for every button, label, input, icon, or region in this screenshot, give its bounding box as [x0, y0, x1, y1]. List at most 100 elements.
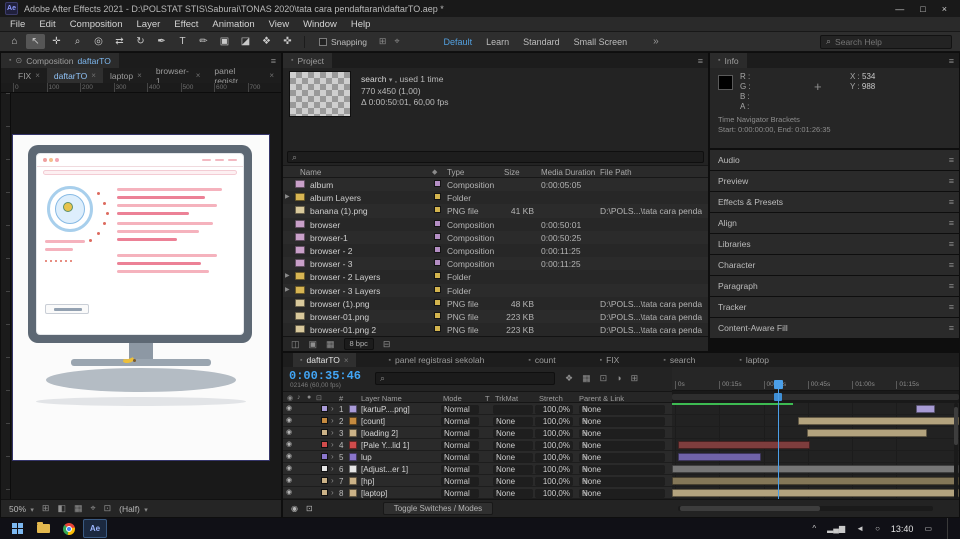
menu-item[interactable]: Composition: [63, 19, 130, 30]
pan-camera-tool-icon[interactable]: ⇄: [110, 34, 129, 49]
project-row[interactable]: browser - 2 Composition 0:00:11:25: [283, 243, 708, 258]
layer-name[interactable]: [Adjust...er 1]: [361, 465, 408, 474]
layer-row[interactable]: ◉ › 4 [Pale Y...lid 1] Normal ▾ None ▾ 1…: [283, 439, 672, 451]
label-color-swatch[interactable]: [434, 259, 441, 267]
start-button[interactable]: [4, 518, 30, 539]
menu-item[interactable]: Help: [344, 19, 378, 30]
item-name[interactable]: banana (1).png: [310, 206, 368, 216]
frame-blending-icon[interactable]: ⊡: [600, 373, 608, 384]
collapsed-panel[interactable]: Paragraph ≡: [710, 276, 959, 296]
layer-name[interactable]: lup: [361, 453, 372, 462]
layer-expand-icon[interactable]: ›: [331, 452, 334, 461]
item-name[interactable]: browser-01.png: [310, 312, 369, 322]
layer-color-swatch[interactable]: [321, 453, 328, 460]
menu-item[interactable]: Window: [296, 19, 344, 30]
viewer-tab[interactable]: panel registr... ×: [207, 66, 281, 86]
layer-duration-bar[interactable]: [677, 441, 810, 449]
parent-link-dropdown[interactable]: ◎ None ▾: [579, 404, 665, 414]
label-color-swatch[interactable]: [434, 180, 441, 187]
tab-close-icon[interactable]: ×: [137, 71, 142, 80]
interpret-footage-icon[interactable]: ◫: [291, 339, 300, 350]
column-media-duration[interactable]: Media Duration: [541, 168, 595, 177]
layer-row[interactable]: ◉ › 2 [count] Normal ▾ None ▾ 100,0% ◎ N…: [283, 415, 672, 427]
volume-icon[interactable]: ◄: [856, 524, 864, 533]
trkmat-dropdown[interactable]: None ▾: [493, 440, 533, 450]
label-color-swatch[interactable]: [434, 325, 441, 333]
layer-visibility-toggle[interactable]: ◉: [286, 416, 292, 424]
menu-item[interactable]: Layer: [130, 19, 168, 30]
globe-icon[interactable]: ○: [875, 524, 880, 533]
menu-item[interactable]: Edit: [32, 19, 62, 30]
menu-item[interactable]: Animation: [205, 19, 261, 30]
zoom-tool-icon[interactable]: ⌕: [68, 34, 87, 49]
layer-duration-bar[interactable]: [915, 405, 935, 413]
parent-link-dropdown[interactable]: ◎ None ▾: [579, 452, 665, 462]
column-layer-name[interactable]: Layer Name: [361, 394, 402, 403]
transparency-grid-icon[interactable]: ▦: [74, 503, 83, 514]
stretch-value[interactable]: 100,0%: [535, 416, 573, 426]
label-color-swatch[interactable]: [434, 311, 441, 319]
layer-row[interactable]: ◉ › 6 [Adjust...er 1] Normal ▾ None ▾ 10…: [283, 463, 672, 475]
layer-duration-bar[interactable]: [672, 489, 959, 497]
orbit-camera-tool-icon[interactable]: ◎: [89, 34, 108, 49]
layer-duration-bar[interactable]: [672, 477, 959, 485]
column-mode[interactable]: Mode: [443, 394, 462, 403]
playhead[interactable]: [773, 380, 783, 499]
project-row[interactable]: album Composition 0:00:05:05: [283, 178, 708, 192]
minimize-button[interactable]: —: [895, 4, 904, 14]
layer-name[interactable]: [kartuP....png]: [361, 405, 410, 414]
workspace-item[interactable]: Default: [444, 37, 473, 47]
menu-item[interactable]: Effect: [167, 19, 205, 30]
grid-options-icon[interactable]: ⊞: [379, 36, 387, 47]
clock[interactable]: 13:40: [891, 524, 914, 534]
timeline-graph[interactable]: 0s00:15s00:30s00:45s01:00s01:15s: [672, 367, 959, 499]
layer-color-swatch[interactable]: [321, 417, 328, 424]
layer-visibility-toggle[interactable]: ◉: [286, 476, 292, 484]
collapsed-panel[interactable]: Libraries ≡: [710, 234, 959, 254]
layer-duration-bar[interactable]: [677, 453, 761, 461]
item-name[interactable]: browser - 2 Layers: [310, 272, 380, 282]
playhead-head[interactable]: [773, 380, 783, 389]
label-color-swatch[interactable]: [434, 245, 441, 253]
layer-row[interactable]: ◉ › 5 lup Normal ▾ None ▾ 100,0% ◎ None …: [283, 451, 672, 463]
column-stretch[interactable]: Stretch: [539, 394, 563, 403]
stretch-value[interactable]: 100,0%: [535, 404, 573, 414]
mode-dropdown[interactable]: Normal ▾: [441, 476, 479, 486]
resolution-dropdown[interactable]: (Half) ▾: [119, 504, 148, 514]
column-size[interactable]: Size: [504, 168, 520, 177]
zoom-dropdown[interactable]: 50% ▾: [9, 504, 34, 514]
close-button[interactable]: ×: [942, 4, 947, 14]
item-name[interactable]: browser-1: [310, 233, 348, 243]
collapsed-panel[interactable]: Align ≡: [710, 213, 959, 233]
label-column-icon[interactable]: ◆: [432, 168, 437, 176]
stretch-value[interactable]: 100,0%: [535, 476, 573, 486]
label-color-swatch[interactable]: [434, 219, 441, 227]
trkmat-dropdown[interactable]: None ▾: [493, 452, 533, 462]
parent-link-dropdown[interactable]: ◎ None ▾: [579, 488, 665, 498]
timeline-tab[interactable]: ▪ laptop: [732, 353, 780, 367]
layer-expand-icon[interactable]: ›: [331, 428, 334, 437]
layer-row[interactable]: ◉ › 8 [laptop] Normal ▾ None ▾ 100,0% ◎ …: [283, 487, 672, 499]
layer-row[interactable]: ◉ › 7 [hp] Normal ▾ None ▾ 100,0% ◎ None…: [283, 475, 672, 487]
layer-name[interactable]: [Pale Y...lid 1]: [361, 441, 409, 450]
choose-grid-icon[interactable]: ⊞: [42, 503, 50, 514]
timeline-vertical-scrollbar[interactable]: [954, 403, 958, 499]
layer-duration-bar[interactable]: [806, 429, 928, 437]
panel-menu-icon[interactable]: ≡: [949, 302, 954, 312]
tray-expand-icon[interactable]: ^: [812, 524, 816, 533]
column-parent-link[interactable]: Parent & Link: [579, 394, 624, 403]
mode-dropdown[interactable]: Normal ▾: [441, 440, 479, 450]
layer-color-swatch[interactable]: [321, 429, 328, 436]
layer-color-swatch[interactable]: [321, 405, 328, 412]
help-search-input[interactable]: [835, 36, 946, 47]
parent-link-dropdown[interactable]: ◎ None ▾: [579, 416, 665, 426]
collapsed-panel[interactable]: Tracker ≡: [710, 297, 959, 317]
stretch-value[interactable]: 100,0%: [535, 452, 573, 462]
stretch-value[interactable]: 100,0%: [535, 464, 573, 474]
layer-name[interactable]: [count]: [361, 417, 385, 426]
project-row[interactable]: ▶ album Layers Folder: [283, 191, 708, 205]
project-row[interactable]: browser-01.png 2 PNG file 223 KB D:\POLS…: [283, 323, 708, 336]
label-color-swatch[interactable]: [434, 272, 441, 280]
layer-visibility-toggle[interactable]: ◉: [286, 464, 292, 472]
toggle-switches-modes-button[interactable]: Toggle Switches / Modes: [382, 502, 494, 515]
